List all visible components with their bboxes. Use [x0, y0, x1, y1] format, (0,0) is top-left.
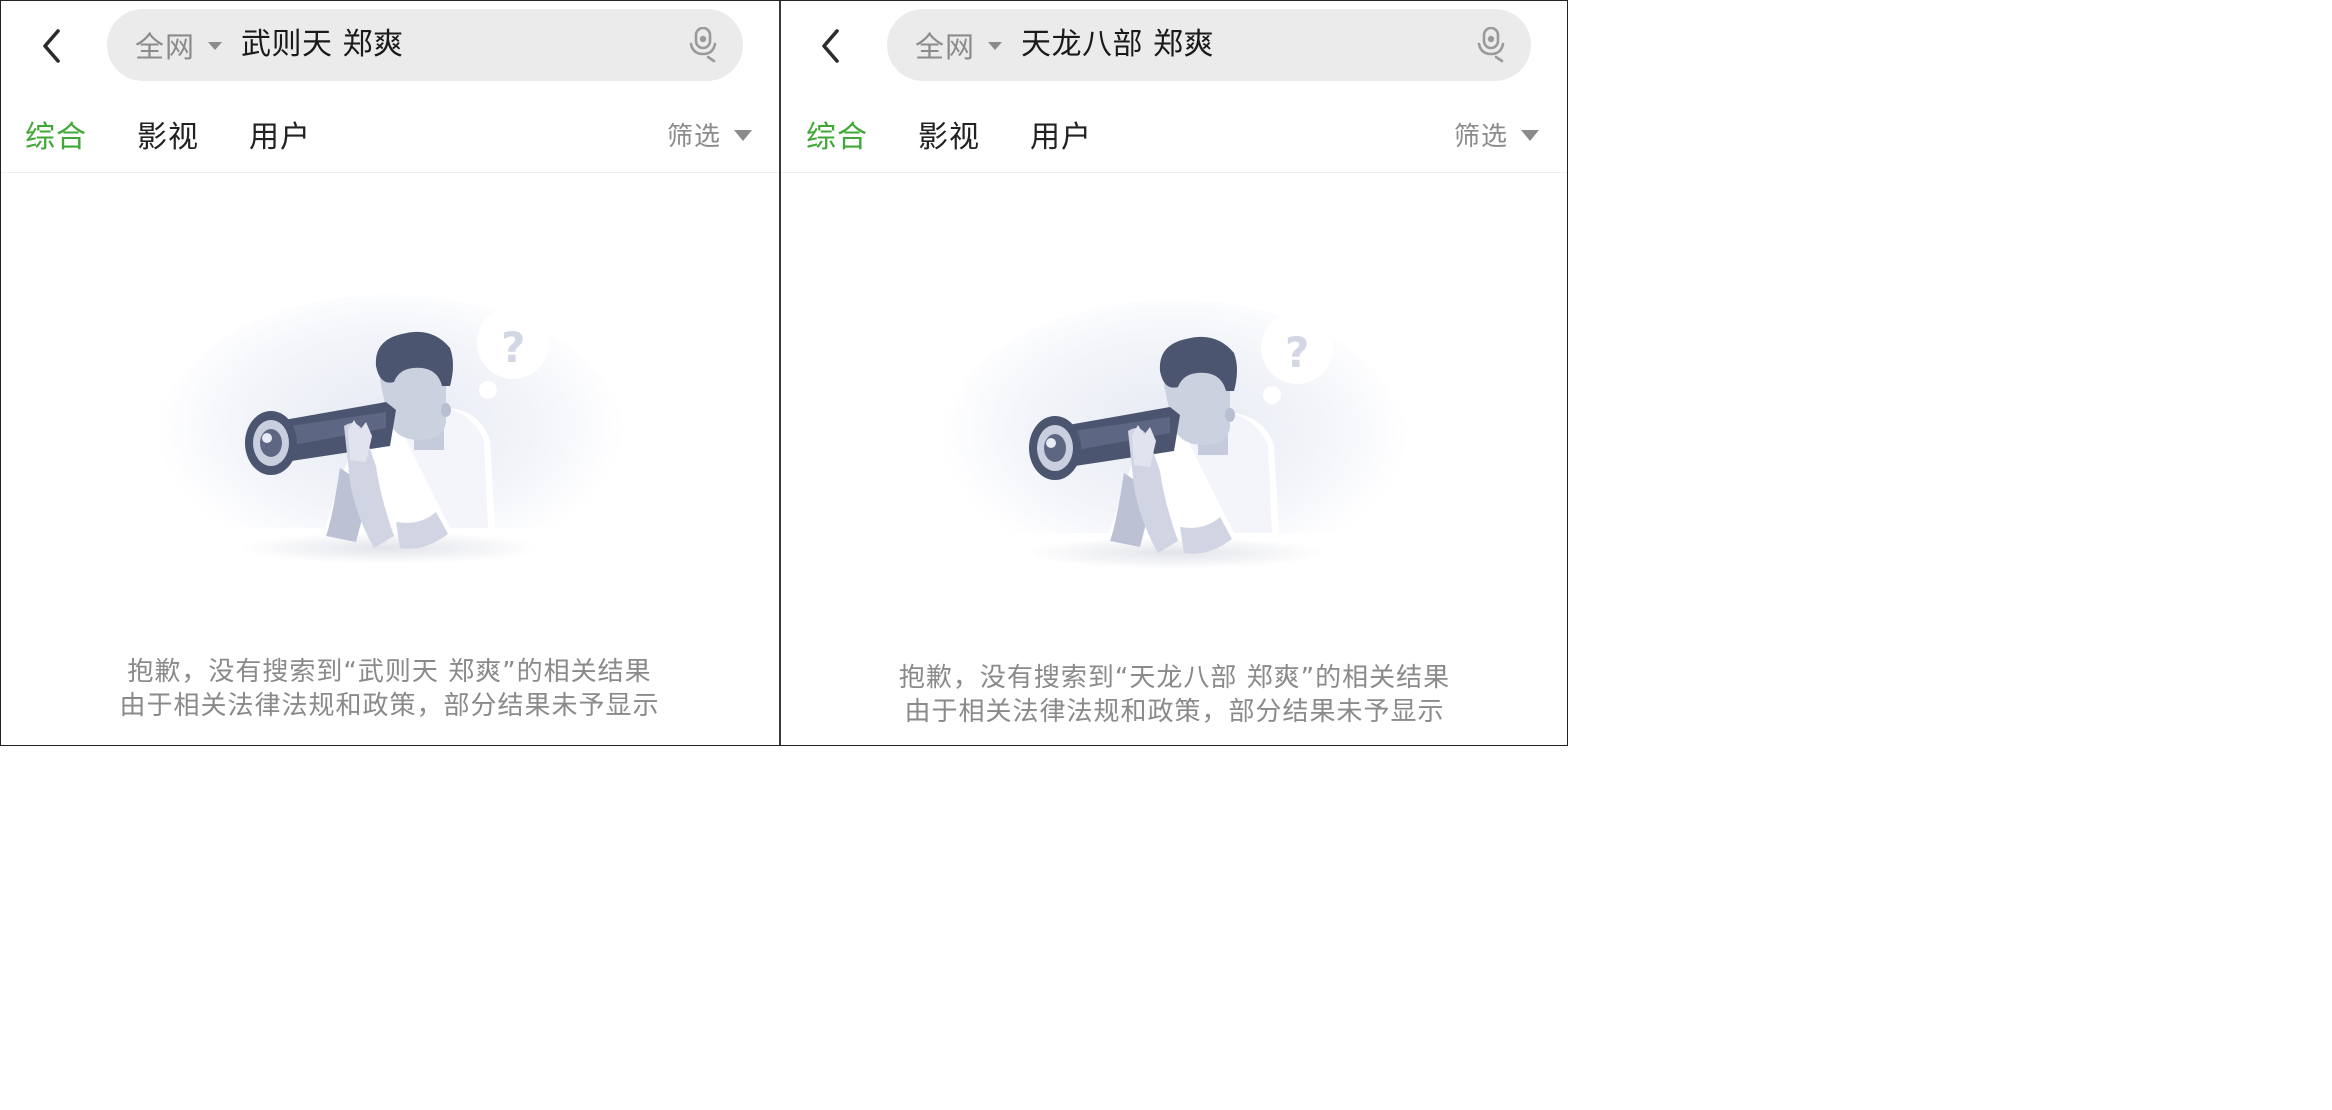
tab-users[interactable]: 用户 — [1030, 112, 1092, 156]
telescope-search-illustration: ? — [150, 295, 630, 620]
filter-label: 筛选 — [667, 122, 722, 152]
microphone-icon — [689, 27, 717, 63]
filter-label: 筛选 — [1454, 122, 1509, 152]
microphone-icon — [1477, 27, 1505, 63]
search-bar[interactable]: 全网 武则天 郑爽 — [107, 9, 743, 81]
search-scope-dropdown[interactable]: 全网 — [135, 9, 223, 81]
empty-state-illustration: ? — [150, 290, 630, 620]
caret-down-icon — [1521, 130, 1540, 141]
svg-text:?: ? — [1285, 328, 1309, 377]
tab-comprehensive[interactable]: 综合 — [806, 112, 868, 156]
filter-button[interactable]: 筛选 — [1454, 116, 1540, 153]
empty-state-line-2: 由于相关法律法规和政策，部分结果未予显示 — [119, 691, 660, 721]
panel-divider — [779, 0, 781, 746]
caret-down-icon — [734, 130, 753, 141]
search-scope-dropdown[interactable]: 全网 — [915, 9, 1003, 81]
tab-users[interactable]: 用户 — [249, 112, 311, 156]
caret-down-icon — [208, 42, 223, 50]
telescope-search-illustration: ? — [934, 300, 1414, 625]
search-bar[interactable]: 全网 天龙八部 郑爽 — [887, 9, 1531, 81]
tab-video[interactable]: 影视 — [918, 112, 980, 156]
tab-comprehensive[interactable]: 综合 — [25, 112, 87, 156]
search-input[interactable]: 天龙八部 郑爽 — [1021, 9, 1214, 81]
search-input[interactable]: 武则天 郑爽 — [241, 9, 404, 81]
search-results-panel-right: 全网 天龙八部 郑爽 综合 影视 用户 筛选 ? 抱歉，没有搜索到“天龙八部 郑… — [781, 0, 1568, 746]
chevron-left-icon — [43, 29, 60, 63]
filter-button[interactable]: 筛选 — [667, 116, 753, 153]
empty-state-line-1: 抱歉，没有搜索到“天龙八部 郑爽”的相关结果 — [898, 663, 1451, 693]
back-button[interactable] — [807, 24, 855, 68]
empty-state-line-2: 由于相关法律法规和政策，部分结果未予显示 — [904, 697, 1445, 727]
svg-text:?: ? — [501, 323, 525, 372]
search-results-panel-left: 全网 武则天 郑爽 综合 影视 用户 筛选 ? 抱歉，没有搜索到“武则天 郑爽”… — [0, 0, 779, 746]
empty-state-illustration: ? — [934, 295, 1414, 625]
caret-down-icon — [988, 42, 1003, 50]
tab-video[interactable]: 影视 — [137, 112, 199, 156]
voice-search-button[interactable] — [685, 25, 721, 65]
result-tab-bar: 综合 影视 用户 筛选 — [781, 96, 1568, 173]
back-button[interactable] — [28, 24, 76, 68]
chevron-left-icon — [822, 29, 839, 63]
voice-search-button[interactable] — [1473, 25, 1509, 65]
empty-state-message: 抱歉，没有搜索到“天龙八部 郑爽”的相关结果 由于相关法律法规和政策，部分结果未… — [781, 661, 1568, 729]
search-scope-label: 全网 — [915, 30, 976, 64]
empty-state-line-1: 抱歉，没有搜索到“武则天 郑爽”的相关结果 — [127, 657, 652, 687]
result-tab-bar: 综合 影视 用户 筛选 — [0, 96, 779, 173]
empty-state-message: 抱歉，没有搜索到“武则天 郑爽”的相关结果 由于相关法律法规和政策，部分结果未予… — [0, 655, 779, 723]
search-scope-label: 全网 — [135, 30, 196, 64]
